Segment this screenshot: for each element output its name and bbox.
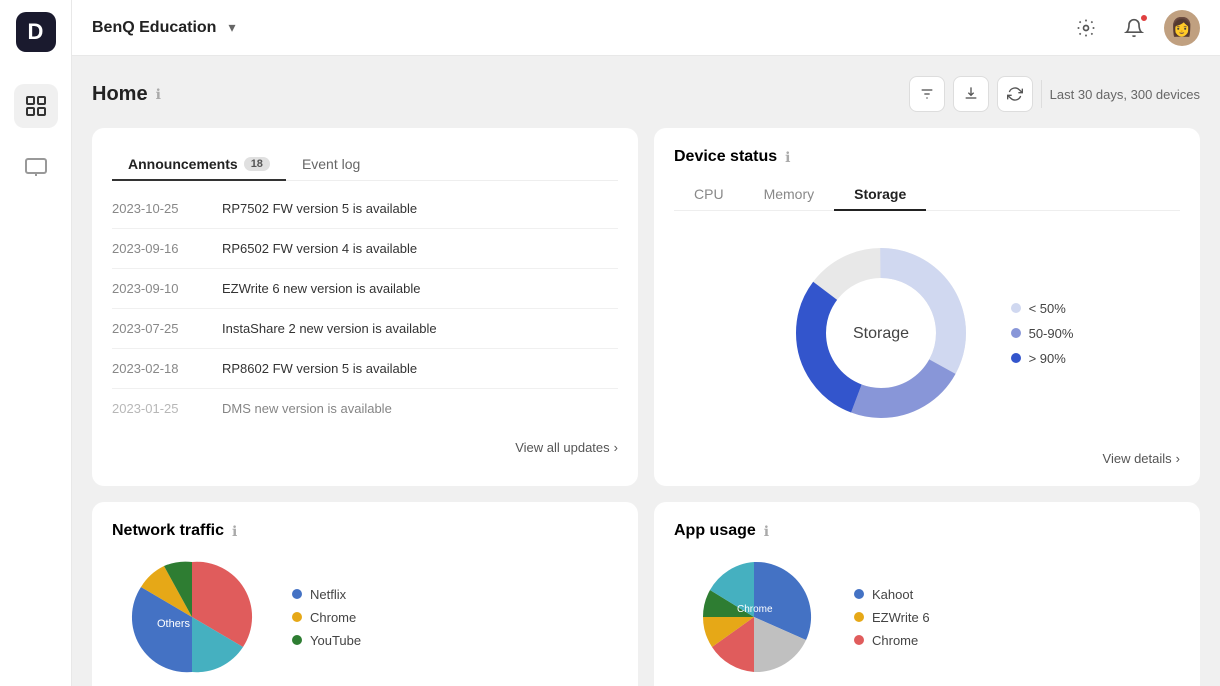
device-status-header: Device status ℹ (674, 148, 1180, 166)
legend-item-netflix: Netflix (292, 587, 361, 602)
page-header: Home ℹ Last (92, 76, 1200, 112)
page-title: Home (92, 83, 148, 106)
app-usage-title: App usage (674, 522, 756, 540)
announcement-row: 2023-01-25 DMS new version is available (112, 389, 618, 428)
legend-dot-chrome-app (854, 635, 864, 645)
page-toolbar: Last 30 days, 300 devices (909, 76, 1200, 112)
announcement-row: 2023-09-16 RP6502 FW version 4 is availa… (112, 229, 618, 269)
legend-dot-lt50 (1011, 303, 1021, 313)
announcement-row: 2023-10-25 RP7502 FW version 5 is availa… (112, 189, 618, 229)
app-usage-chart-area: Chrome Kahoot EZWrite 6 (674, 552, 1180, 682)
chevron-down-icon[interactable]: ▾ (228, 19, 235, 36)
settings-button[interactable] (1068, 10, 1104, 46)
meta-info: Last 30 days, 300 devices (1050, 87, 1200, 102)
announcements-tabs: Announcements 18 Event log (112, 148, 618, 181)
sidebar-nav (14, 84, 58, 188)
legend-dot-gt90 (1011, 353, 1021, 363)
app-usage-card: App usage ℹ (654, 502, 1200, 686)
app-usage-pie-chart: Chrome (674, 552, 834, 682)
legend-item-gt90: > 90% (1011, 351, 1074, 366)
tab-announcements[interactable]: Announcements 18 (112, 148, 286, 180)
page-info-icon[interactable]: ℹ (156, 86, 161, 103)
device-status-tabs: CPU Memory Storage (674, 178, 1180, 211)
network-traffic-title: Network traffic (112, 522, 224, 540)
page: Home ℹ Last (72, 56, 1220, 686)
legend-dot-youtube (292, 635, 302, 645)
view-all-updates-link[interactable]: View all updates › (112, 428, 618, 455)
announcement-list: 2023-10-25 RP7502 FW version 5 is availa… (112, 189, 618, 428)
device-status-title: Device status (674, 148, 777, 166)
legend-item-kahoot: Kahoot (854, 587, 930, 602)
legend-dot-chrome (292, 612, 302, 622)
device-status-card: Device status ℹ CPU Memory Storage (654, 128, 1200, 486)
announcements-card: Announcements 18 Event log 2023-10-25 RP… (92, 128, 638, 486)
download-button[interactable] (953, 76, 989, 112)
tab-memory[interactable]: Memory (744, 178, 835, 210)
tab-event-log[interactable]: Event log (286, 148, 376, 180)
announcement-row: 2023-02-18 RP8602 FW version 5 is availa… (112, 349, 618, 389)
notification-button[interactable] (1116, 10, 1152, 46)
dashboard-grid: Announcements 18 Event log 2023-10-25 RP… (92, 128, 1200, 686)
view-details-link[interactable]: View details › (674, 443, 1180, 466)
legend-item-chrome: Chrome (854, 633, 930, 648)
toolbar-divider (1041, 80, 1042, 108)
logo[interactable]: D (16, 12, 56, 52)
sidebar: D (0, 0, 72, 686)
network-traffic-chart-area: Others Netflix Chrome (112, 552, 618, 682)
app-usage-header: App usage ℹ (674, 522, 1180, 540)
legend-item-ezwrite: EZWrite 6 (854, 610, 930, 625)
network-traffic-card: Network traffic ℹ (92, 502, 638, 686)
legend-dot-kahoot (854, 589, 864, 599)
top-header: BenQ Education ▾ 👩 (72, 0, 1220, 56)
sidebar-item-dashboard[interactable] (14, 84, 58, 128)
donut-chart-area: Storage < 50% 50-90% (674, 223, 1180, 443)
filter-button[interactable] (909, 76, 945, 112)
tab-cpu[interactable]: CPU (674, 178, 744, 210)
svg-text:Chrome: Chrome (737, 604, 773, 615)
announcement-row: 2023-07-25 InstaShare 2 new version is a… (112, 309, 618, 349)
header-actions: 👩 (1068, 10, 1200, 46)
network-traffic-header: Network traffic ℹ (112, 522, 618, 540)
legend-dot-50-90 (1011, 328, 1021, 338)
app-usage-legend: Kahoot EZWrite 6 Chrome (854, 587, 930, 648)
donut-legend: < 50% 50-90% > 90% (1011, 301, 1074, 366)
announcement-row: 2023-09-10 EZWrite 6 new version is avai… (112, 269, 618, 309)
device-status-info-icon[interactable]: ℹ (785, 149, 790, 166)
legend-dot-netflix (292, 589, 302, 599)
app-usage-info-icon[interactable]: ℹ (764, 523, 769, 540)
network-traffic-legend: Netflix Chrome YouTube (292, 587, 361, 648)
legend-item-chrome: Chrome (292, 610, 361, 625)
sidebar-item-devices[interactable] (14, 144, 58, 188)
org-name: BenQ Education (92, 19, 216, 37)
network-pie-chart: Others (112, 552, 272, 682)
legend-dot-ezwrite (854, 612, 864, 622)
legend-item-lt50: < 50% (1011, 301, 1074, 316)
avatar[interactable]: 👩 (1164, 10, 1200, 46)
main-content: BenQ Education ▾ 👩 Home ℹ (72, 0, 1220, 686)
refresh-button[interactable] (997, 76, 1033, 112)
network-traffic-info-icon[interactable]: ℹ (232, 523, 237, 540)
legend-item-50-90: 50-90% (1011, 326, 1074, 341)
tab-storage[interactable]: Storage (834, 178, 926, 210)
svg-text:Storage: Storage (853, 325, 909, 342)
announcements-badge: 18 (244, 157, 270, 171)
donut-chart: Storage (781, 233, 981, 433)
svg-text:Others: Others (157, 618, 191, 630)
legend-item-youtube: YouTube (292, 633, 361, 648)
